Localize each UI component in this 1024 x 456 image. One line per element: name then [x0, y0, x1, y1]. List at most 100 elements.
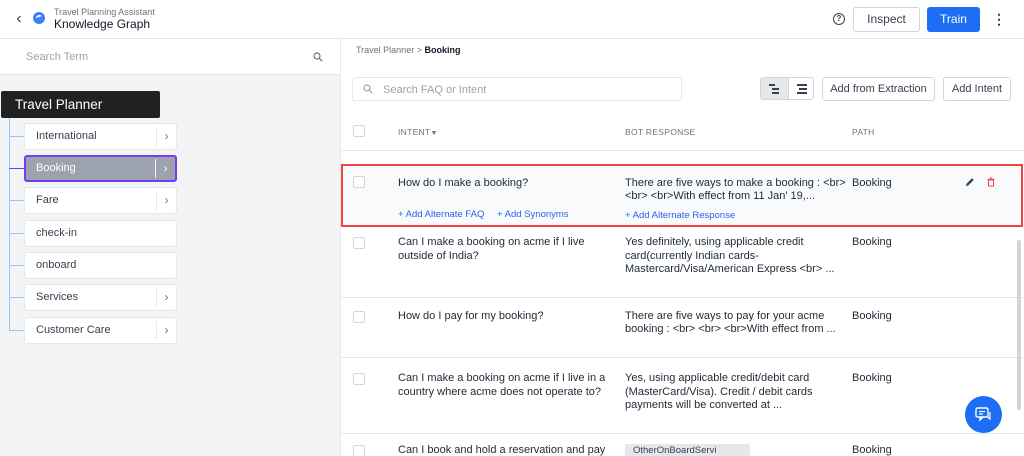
chevron-right-icon[interactable]: ›	[156, 127, 176, 146]
term-search[interactable]: Search Term	[0, 39, 340, 75]
tree-connector	[9, 136, 24, 137]
faq-search-input[interactable]: Search FAQ or Intent	[352, 77, 682, 101]
list-view-icon[interactable]	[788, 78, 813, 99]
row-bot-response-line: There are five ways to pay for your acme	[625, 310, 825, 322]
breadcrumb-parent[interactable]: Travel Planner	[356, 45, 414, 55]
row-bot-response-line: card(currently Indian cards-	[625, 250, 759, 262]
top-bar: ‹ Travel Planning Assistant Knowledge Gr…	[0, 0, 1024, 39]
tree-view-icon[interactable]	[761, 78, 788, 99]
chevron-right-icon[interactable]: ›	[156, 191, 176, 210]
breadcrumb: Travel Planner > Booking	[356, 45, 461, 55]
tree-node-services[interactable]: Services ›	[24, 284, 177, 311]
tree-node-label: check-in	[36, 227, 77, 239]
row-bot-response-line: payments will be converted at ...	[625, 399, 783, 411]
row-bot-response-line: Mastercard/Visa/American Express <br> ..…	[625, 263, 835, 275]
row-bot-response-line: There are five ways to make a booking : …	[625, 177, 846, 189]
chat-support-button[interactable]	[965, 396, 1002, 433]
help-icon[interactable]: ?	[833, 13, 845, 25]
chevron-right-icon[interactable]: ›	[156, 288, 176, 307]
row-intent-line[interactable]: Can I make a booking on acme if I live	[398, 235, 584, 249]
row-bot-response-line: Yes definitely, using applicable credit	[625, 236, 804, 248]
divider	[341, 150, 1024, 151]
train-button[interactable]: Train	[927, 7, 980, 32]
knowledge-tree-panel: Search Term Travel Planner International…	[0, 39, 341, 456]
row-checkbox[interactable]	[353, 311, 365, 323]
column-header-intent[interactable]: INTENT▼	[398, 127, 438, 137]
breadcrumb-separator: >	[416, 45, 422, 55]
add-synonyms-link[interactable]: + Add Synonyms	[497, 209, 569, 220]
row-checkbox[interactable]	[353, 176, 365, 188]
app-title: Knowledge Graph	[54, 17, 151, 31]
chat-icon	[975, 407, 991, 422]
tree-connector	[9, 297, 24, 298]
row-intent[interactable]: How do I make a booking?	[398, 176, 528, 190]
row-intent[interactable]: Can I book and hold a reservation and pa…	[398, 443, 605, 456]
row-path: Booking	[852, 372, 892, 384]
tree-connector	[9, 233, 24, 234]
row-checkbox[interactable]	[353, 237, 365, 249]
inspect-button[interactable]: Inspect	[853, 7, 920, 32]
breadcrumb-current: Booking	[424, 45, 461, 55]
row-intent-line[interactable]: country where acme does not operate to?	[398, 385, 601, 399]
row-path: Booking	[852, 310, 892, 322]
tree-connector	[9, 118, 10, 330]
tree-node-label: Customer Care	[36, 324, 111, 336]
delete-icon[interactable]	[986, 177, 996, 187]
row-bot-response-line: Yes, using applicable credit/debit card	[625, 372, 810, 384]
tree-node-label: Services	[36, 291, 79, 303]
tree-node-booking[interactable]: Booking ›	[24, 155, 177, 182]
tag-chip[interactable]: OtherOnBoardServi	[625, 444, 750, 456]
row-checkbox[interactable]	[353, 445, 365, 456]
search-icon	[363, 84, 373, 94]
tree-node-customer-care[interactable]: Customer Care ›	[24, 317, 177, 344]
column-header-bot-response: BOT RESPONSE	[625, 127, 696, 137]
view-toggle	[760, 77, 814, 100]
tree-node-label: Fare	[36, 194, 59, 206]
add-from-extraction-button[interactable]: Add from Extraction	[822, 77, 935, 101]
tag-chip-label: OtherOnBoardServi	[633, 445, 717, 456]
row-checkbox[interactable]	[353, 373, 365, 385]
row-intent-line[interactable]: Can I make a booking on acme if I live i…	[398, 371, 605, 385]
tree-node-fare[interactable]: Fare ›	[24, 187, 177, 214]
divider	[341, 357, 1024, 358]
app-subtitle: Travel Planning Assistant	[54, 7, 155, 17]
tree-connector-active	[9, 168, 24, 169]
tree-node-label: International	[36, 130, 97, 142]
chevron-right-icon[interactable]: ›	[156, 321, 176, 340]
edit-icon[interactable]	[965, 177, 975, 187]
tree-connector	[9, 330, 24, 331]
tree-connector	[9, 200, 24, 201]
tree-root-node[interactable]: Travel Planner	[1, 91, 160, 118]
faq-search-placeholder: Search FAQ or Intent	[383, 84, 487, 96]
tree-node-label: onboard	[36, 259, 77, 271]
tree-node-onboard[interactable]: onboard	[24, 252, 177, 279]
tree-node-label: Booking	[36, 162, 76, 174]
row-path: Booking	[852, 236, 892, 248]
row-intent-line[interactable]: outside of India?	[398, 249, 479, 263]
column-header-intent-label: INTENT	[398, 127, 431, 137]
row-bot-response-line: (MasterCard/Visa). Credit / debit cards	[625, 386, 813, 398]
divider	[341, 297, 1024, 298]
term-search-placeholder: Search Term	[26, 51, 89, 63]
row-path: Booking	[852, 444, 892, 456]
sort-down-icon[interactable]: ▼	[431, 130, 438, 137]
tree-node-check-in[interactable]: check-in	[24, 220, 177, 247]
row-bot-response-line: <br> <br>With effect from 11 Jan' 19,...	[625, 190, 816, 202]
row-intent[interactable]: How do I pay for my booking?	[398, 309, 544, 323]
column-header-path: PATH	[852, 127, 875, 137]
row-bot-response-line: booking : <br> <br> <br>With effect from…	[625, 323, 836, 335]
more-options-icon[interactable]: ⋮	[992, 11, 1006, 27]
tree-node-international[interactable]: International ›	[24, 123, 177, 150]
add-alternate-response-link[interactable]: + Add Alternate Response	[625, 210, 735, 221]
select-all-checkbox[interactable]	[353, 125, 365, 137]
back-arrow-icon[interactable]: ‹	[10, 10, 28, 28]
scrollbar[interactable]	[1017, 240, 1021, 410]
chevron-right-icon[interactable]: ›	[155, 159, 175, 178]
add-intent-button[interactable]: Add Intent	[943, 77, 1011, 101]
divider	[341, 433, 1024, 434]
tree-connector	[9, 265, 24, 266]
search-icon[interactable]	[313, 52, 323, 62]
app-logo-icon	[33, 12, 45, 24]
add-alternate-faq-link[interactable]: + Add Alternate FAQ	[398, 209, 484, 220]
row-path: Booking	[852, 177, 892, 189]
